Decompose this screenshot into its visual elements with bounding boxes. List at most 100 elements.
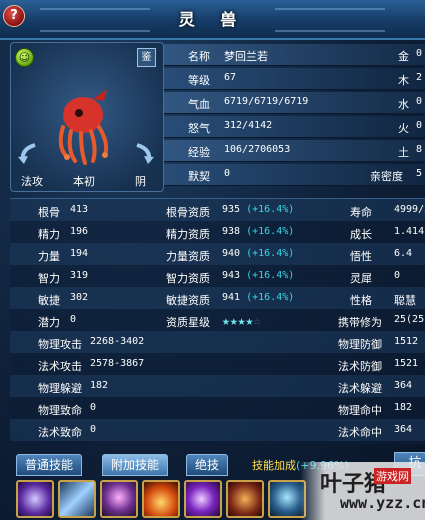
aptitude-label: 智力资质 [166, 272, 210, 285]
stat-label: 物理攻击 [38, 338, 82, 351]
element-value: 2 [416, 72, 423, 83]
skill-slot-6-icon[interactable] [226, 480, 264, 518]
site-watermark: 叶子猪 游戏网 www.yzz.cn [300, 462, 425, 520]
title-decoration-right [275, 8, 385, 32]
stat-value: 1512 [394, 336, 419, 347]
stat-label: 法术攻击 [38, 360, 82, 373]
info-label: 经验 [188, 146, 210, 159]
hp-value: 6719/6719/6719 [224, 96, 309, 107]
skill-slot-4-icon[interactable] [142, 480, 180, 518]
info-row-hp: 气血 6719/6719/6719 水 0 [164, 92, 425, 114]
element-label: 土 [398, 146, 409, 159]
help-button[interactable]: ? [3, 5, 25, 27]
tab-extra-skills[interactable]: 附加技能 [102, 454, 169, 476]
original-form-button[interactable]: 本初 [73, 173, 95, 189]
rotate-right-icon[interactable] [133, 141, 155, 165]
watermark-url: www.yzz.cn [340, 494, 425, 512]
stat-value: 1.414 [394, 226, 425, 237]
stat-value: 25(25 [394, 314, 425, 325]
stat-row-phys-attack: 物理攻击 2268-3402 物理防御 1512 [10, 331, 425, 353]
appraise-button[interactable]: 鉴 [137, 48, 156, 67]
element-value: 0 [416, 120, 423, 131]
element-label: 火 [398, 122, 409, 135]
magic-attack-view-button[interactable]: 法攻 [21, 173, 43, 189]
exp-value: 106/2706053 [224, 144, 291, 155]
tab-normal-skills[interactable]: 普通技能 [16, 454, 83, 476]
stat-value: 2268-3402 [90, 336, 145, 347]
info-label: 气血 [188, 98, 210, 111]
aptitude-label: 根骨资质 [166, 206, 210, 219]
aptitude-star-rating: ★★★★☆ [222, 314, 261, 329]
info-row-name: 名称 梦回兰若 金 0 [164, 44, 425, 66]
element-label: 金 [398, 50, 409, 63]
info-row-rapport: 默契 0 亲密度 5 [164, 164, 425, 186]
pet-portrait-panel: ☺ 鉴 法攻 本初 阴 [10, 42, 164, 192]
stat-label: 敏捷 [38, 294, 60, 307]
aptitude-value: 940 (+16.4%) [222, 248, 295, 259]
pet-window: ? 灵 兽 ☺ 鉴 法攻 本初 阴 名称 梦回兰若 金 0 等级 67 木 2 … [0, 0, 425, 520]
skill-slot-3-icon[interactable] [100, 480, 138, 518]
stat-label: 悟性 [350, 250, 372, 263]
stat-value: 196 [70, 226, 89, 237]
star-empty-icon: ☆ [253, 314, 262, 329]
stat-label: 法术防御 [338, 360, 382, 373]
aptitude-star-label: 资质星级 [166, 316, 210, 329]
stat-value: 2578-3867 [90, 358, 145, 369]
mood-smiley-icon[interactable]: ☺ [15, 48, 34, 67]
stat-row-agility: 敏捷 302 敏捷资质 941 (+16.4%) 性格 聪慧 [10, 287, 425, 309]
level-value: 67 [224, 72, 237, 83]
stat-value: 319 [70, 270, 89, 281]
yin-attribute-button[interactable]: 阴 [135, 173, 146, 189]
info-label: 等级 [188, 74, 210, 87]
stat-label: 成长 [350, 228, 372, 241]
stat-label: 灵犀 [350, 272, 372, 285]
info-label: 怒气 [188, 122, 210, 135]
stat-value: 0 [394, 270, 401, 281]
stat-value: 6.4 [394, 248, 413, 259]
element-value: 0 [416, 48, 423, 59]
stat-row-intelligence: 智力 319 智力资质 943 (+16.4%) 灵犀 0 [10, 265, 425, 287]
aptitude-label: 力量资质 [166, 250, 210, 263]
rapport-value: 0 [224, 168, 231, 179]
skill-slot-5-icon[interactable] [184, 480, 222, 518]
stat-row-phys-crit: 物理致命 0 物理命中 182 [10, 397, 425, 419]
skill-slot-1-icon[interactable] [16, 480, 54, 518]
aptitude-value: 938 (+16.4%) [222, 226, 295, 237]
element-label: 木 [398, 74, 409, 87]
element-label: 水 [398, 98, 409, 111]
star-filled-icon: ★ [222, 314, 230, 329]
stat-label: 物理命中 [338, 404, 382, 417]
aptitude-label: 精力资质 [166, 228, 210, 241]
skill-slot-2-icon[interactable] [58, 480, 96, 518]
stat-value: 182 [394, 402, 413, 413]
stat-label: 潜力 [38, 316, 60, 329]
aptitude-label: 敏捷资质 [166, 294, 210, 307]
rotate-left-icon[interactable] [17, 141, 39, 165]
aptitude-value: 935 (+16.4%) [222, 204, 295, 215]
pet-name-value: 梦回兰若 [224, 50, 268, 63]
stat-row-strength: 力量 194 力量资质 940 (+16.4%) 悟性 6.4 [10, 243, 425, 265]
element-value: 0 [416, 96, 423, 107]
stat-value: 1521 [394, 358, 419, 369]
stat-row-magic-attack: 法术攻击 2578-3867 法术防御 1521 [10, 353, 425, 375]
stat-row-phys-dodge: 物理躲避 182 法术躲避 364 [10, 375, 425, 397]
stat-value: 182 [90, 380, 109, 391]
stat-row-magic-crit: 法术致命 0 法术命中 364 [10, 419, 425, 441]
stat-row-potential: 潜力 0 资质星级 ★★★★☆ 携带修为 25(25 [10, 309, 425, 331]
stat-row-constitution: 根骨 413 根骨资质 935 (+16.4%) 寿命 4999/5 [10, 199, 425, 221]
element-value: 8 [416, 144, 423, 155]
info-label: 默契 [188, 170, 210, 183]
tab-unique-skills[interactable]: 绝技 [186, 454, 229, 476]
star-filled-icon: ★ [229, 314, 238, 329]
pet-sprite-image [58, 89, 109, 165]
aptitude-value: 943 (+16.4%) [222, 270, 295, 281]
stat-value: 0 [90, 424, 97, 435]
stat-label: 法术致命 [38, 426, 82, 439]
intimacy-label: 亲密度 [370, 170, 403, 183]
stat-value: 364 [394, 424, 413, 435]
stat-label: 力量 [38, 250, 60, 263]
intimacy-value: 5 [416, 168, 423, 179]
rage-value: 312/4142 [224, 120, 273, 131]
title-bar: ? 灵 兽 [0, 0, 425, 40]
stat-label: 根骨 [38, 206, 60, 219]
